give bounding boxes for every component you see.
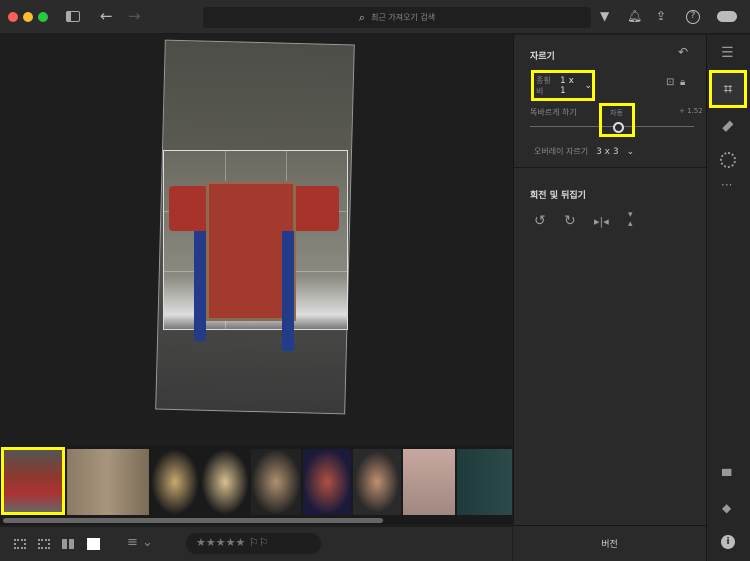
aspect-label: 종횡비 — [536, 75, 551, 96]
lock-icon[interactable]: 🔒︎ — [680, 77, 685, 88]
tool-strip: ☰ ⌗ ▬ ··· ▀ ◆ i — [706, 35, 750, 561]
bell-icon[interactable]: 🔔︎ — [627, 9, 642, 23]
photo-grid-view-icon[interactable] — [14, 539, 26, 549]
aspect-ratio-dropdown[interactable]: 종횡비 1 x 1 ⌄ — [531, 70, 595, 101]
filmstrip — [0, 445, 512, 525]
straighten-slider-thumb[interactable] — [613, 122, 624, 133]
rotate-flip-title: 회전 및 뒤집기 — [530, 191, 586, 201]
overlay-label: 오버레이 자르기 — [534, 147, 589, 156]
overlay-value: 3 x 3 — [596, 146, 619, 157]
star-rating[interactable]: ★★★★★ — [196, 536, 245, 549]
versions-label: 버전 — [601, 540, 618, 550]
image-canvas[interactable] — [0, 35, 512, 445]
crop-icon[interactable]: ⌗ — [709, 70, 747, 108]
top-bar: ← → ⌕ 최근 가져오기 검색 ▼ 🔔︎ ⇪ ? — [0, 0, 750, 34]
thumbnail[interactable] — [201, 449, 249, 515]
overlay-dropdown[interactable]: 오버레이 자르기 3 x 3 ⌄ — [534, 146, 634, 157]
straighten-label: 똑바르게 하기 — [530, 108, 577, 117]
thumbnail[interactable] — [251, 449, 301, 515]
thumbnail[interactable] — [353, 449, 401, 515]
divider — [514, 167, 707, 168]
thumbnail[interactable] — [403, 449, 455, 515]
rotate-right-icon[interactable]: ↻ — [564, 213, 576, 229]
masking-icon[interactable] — [720, 152, 736, 168]
reset-crop-icon[interactable]: ↶ — [678, 45, 688, 59]
rotate-left-icon[interactable]: ↺ — [534, 213, 546, 229]
flip-horizontal-icon[interactable]: ▸|◂ — [594, 215, 609, 228]
edit-sliders-icon[interactable]: ☰ — [721, 45, 734, 61]
square-grid-view-icon[interactable] — [38, 539, 50, 549]
robe-ribbon-right — [282, 231, 294, 351]
crop-frame[interactable] — [163, 150, 348, 351]
chevron-down-icon: ⌄ — [584, 80, 592, 91]
straighten-value: + 1.52 — [679, 107, 703, 115]
maximize-window-button[interactable] — [38, 12, 48, 22]
search-placeholder: 최근 가져오기 검색 — [371, 13, 436, 22]
robe-ribbon-left — [194, 231, 206, 341]
versions-button[interactable]: 버전 — [513, 525, 706, 561]
flag-icons[interactable]: ⚐⚐ — [249, 536, 269, 549]
comment-icon[interactable]: ▀ — [722, 469, 731, 483]
aspect-value: 1 x 1 — [560, 75, 574, 96]
filter-icon[interactable]: ▼ — [600, 9, 609, 23]
help-icon[interactable]: ? — [686, 10, 700, 24]
crop-title: 자르기 — [530, 52, 555, 62]
flip-vertical-icon[interactable]: ▾ ▴ — [628, 211, 633, 229]
rating-flag-control[interactable]: ★★★★★ ⚐⚐ — [186, 533, 321, 554]
auto-label: 자동 — [610, 109, 623, 117]
sort-icon[interactable]: ≡ ⌄ — [127, 535, 153, 550]
auto-straighten-button[interactable]: 자동 — [599, 103, 635, 137]
close-window-button[interactable] — [8, 12, 18, 22]
cloud-icon[interactable] — [717, 11, 737, 22]
search-icon: ⌕ — [358, 10, 366, 24]
info-icon[interactable]: i — [721, 535, 735, 549]
filmstrip-scrollbar[interactable] — [3, 518, 383, 523]
chevron-down-icon: ⌄ — [626, 146, 635, 157]
thumbnail-selected[interactable] — [1, 447, 65, 515]
bottom-toolbar: ≡ ⌄ ★★★★★ ⚐⚐ — [0, 527, 512, 561]
tag-icon[interactable]: ◆ — [722, 501, 731, 515]
thumbnail[interactable] — [457, 449, 512, 515]
minimize-window-button[interactable] — [23, 12, 33, 22]
healing-icon[interactable]: ▬ — [717, 116, 738, 137]
forward-arrow-icon[interactable]: → — [128, 7, 141, 25]
crop-panel: 자르기 ↶ 종횡비 1 x 1 ⌄ ⊡ 🔒︎ 똑바르게 하기 + 1.52 자동… — [513, 35, 707, 525]
share-icon[interactable]: ⇪ — [656, 9, 666, 23]
search-input[interactable]: ⌕ 최근 가져오기 검색 — [203, 7, 591, 28]
detail-view-icon[interactable] — [87, 538, 100, 550]
more-icon[interactable]: ··· — [721, 178, 732, 192]
back-arrow-icon[interactable]: ← — [100, 7, 113, 25]
thumbnail[interactable] — [303, 449, 351, 515]
thumbnail[interactable] — [67, 449, 149, 515]
compare-view-icon[interactable] — [62, 539, 74, 549]
thumbnail[interactable] — [151, 449, 199, 515]
unlock-icon[interactable]: ⊡ — [666, 77, 674, 88]
sidebar-icon[interactable] — [66, 11, 80, 22]
